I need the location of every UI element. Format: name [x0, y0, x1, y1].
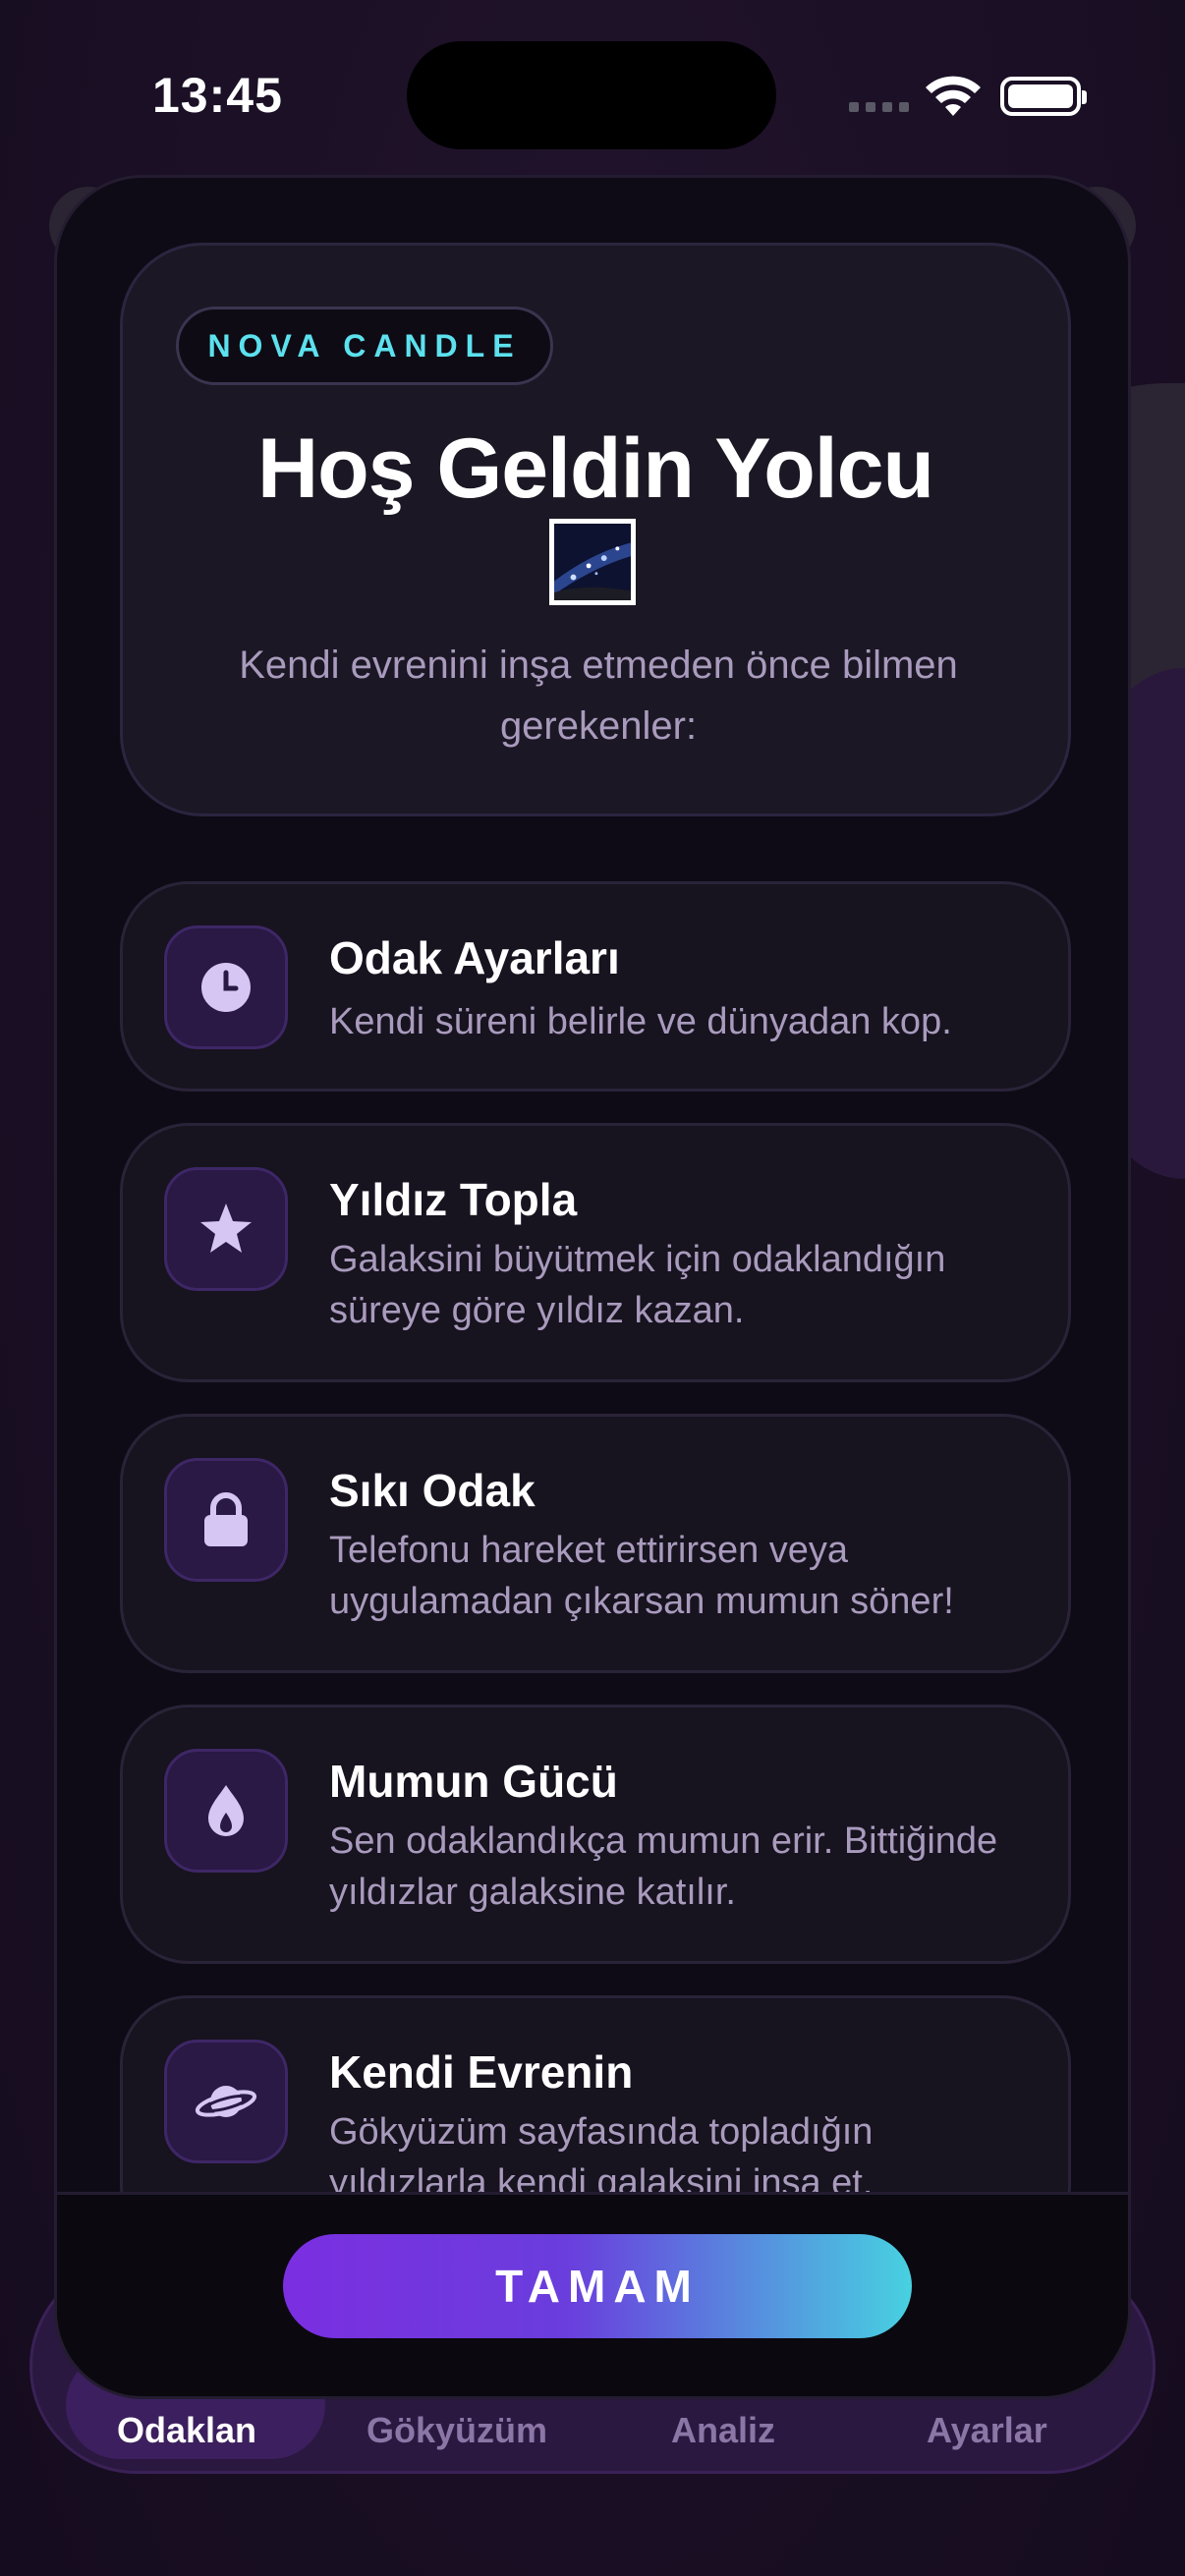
screen: Odaklan Gökyüzüm Analiz Ayarlar 13:45 NO…	[0, 0, 1185, 2576]
feature-icon-box	[164, 925, 288, 1049]
feature-description: Kendi süreni belirle ve dünyadan kop.	[329, 1001, 952, 1042]
feature-icon-box	[164, 1749, 288, 1873]
tab-odaklan[interactable]: Odaklan	[117, 2410, 256, 2451]
lock-icon	[204, 1492, 248, 1546]
feature-description: Galaksini büyütmek için odaklandığın sür…	[329, 1239, 946, 1331]
brand-badge: NOVA CANDLE	[176, 307, 553, 385]
feature-icon-box	[164, 1458, 288, 1582]
modal-title: Hoş Geldin Yolcu	[256, 421, 934, 516]
dynamic-island	[407, 41, 776, 149]
cellular-signal-icon	[849, 102, 909, 112]
wifi-icon	[926, 76, 981, 116]
tab-gokyuzum[interactable]: Gökyüzüm	[367, 2410, 547, 2451]
galaxy-icon	[549, 519, 636, 605]
flame-icon	[208, 1785, 244, 1836]
status-time: 13:45	[152, 68, 283, 123]
welcome-header-card: NOVA CANDLE Hoş Geldin Yolcu Kendi evren…	[120, 243, 1071, 816]
feature-card-yildiz-topla: Yıldız Topla Galaksini büyütmek için oda…	[120, 1123, 1071, 1382]
feature-title: Sıkı Odak	[329, 1465, 536, 1516]
modal-footer: TAMAM	[57, 2192, 1128, 2396]
feature-title: Odak Ayarları	[329, 932, 620, 983]
feature-card-odak-ayarlari: Odak Ayarları Kendi süreni belirle ve dü…	[120, 881, 1071, 1092]
feature-card-siki-odak: Sıkı Odak Telefonu hareket ettirirsen ve…	[120, 1414, 1071, 1673]
clock-icon	[201, 963, 251, 1012]
feature-icon-box	[164, 2040, 288, 2163]
welcome-modal: NOVA CANDLE Hoş Geldin Yolcu Kendi evren…	[54, 175, 1131, 2399]
feature-icon-box	[164, 1167, 288, 1291]
star-icon	[200, 1204, 252, 1253]
feature-title: Kendi Evrenin	[329, 2046, 634, 2098]
planet-icon	[195, 2086, 257, 2117]
feature-description: Sen odaklandıkça mumun erir. Bittiğinde …	[329, 1820, 998, 1913]
feature-title: Yıldız Topla	[329, 1174, 578, 1225]
battery-icon	[1000, 77, 1087, 116]
modal-subtitle: Kendi evrenini inşa etmeden önce bilmen …	[239, 644, 958, 748]
ok-button[interactable]: TAMAM	[283, 2234, 912, 2338]
feature-title: Mumun Gücü	[329, 1756, 618, 1807]
tab-analiz[interactable]: Analiz	[671, 2410, 775, 2451]
feature-card-mumun-gucu: Mumun Gücü Sen odaklandıkça mumun erir. …	[120, 1705, 1071, 1964]
feature-description: Telefonu hareket ettirirsen veya uygulam…	[329, 1530, 954, 1622]
tab-ayarlar[interactable]: Ayarlar	[927, 2410, 1047, 2451]
